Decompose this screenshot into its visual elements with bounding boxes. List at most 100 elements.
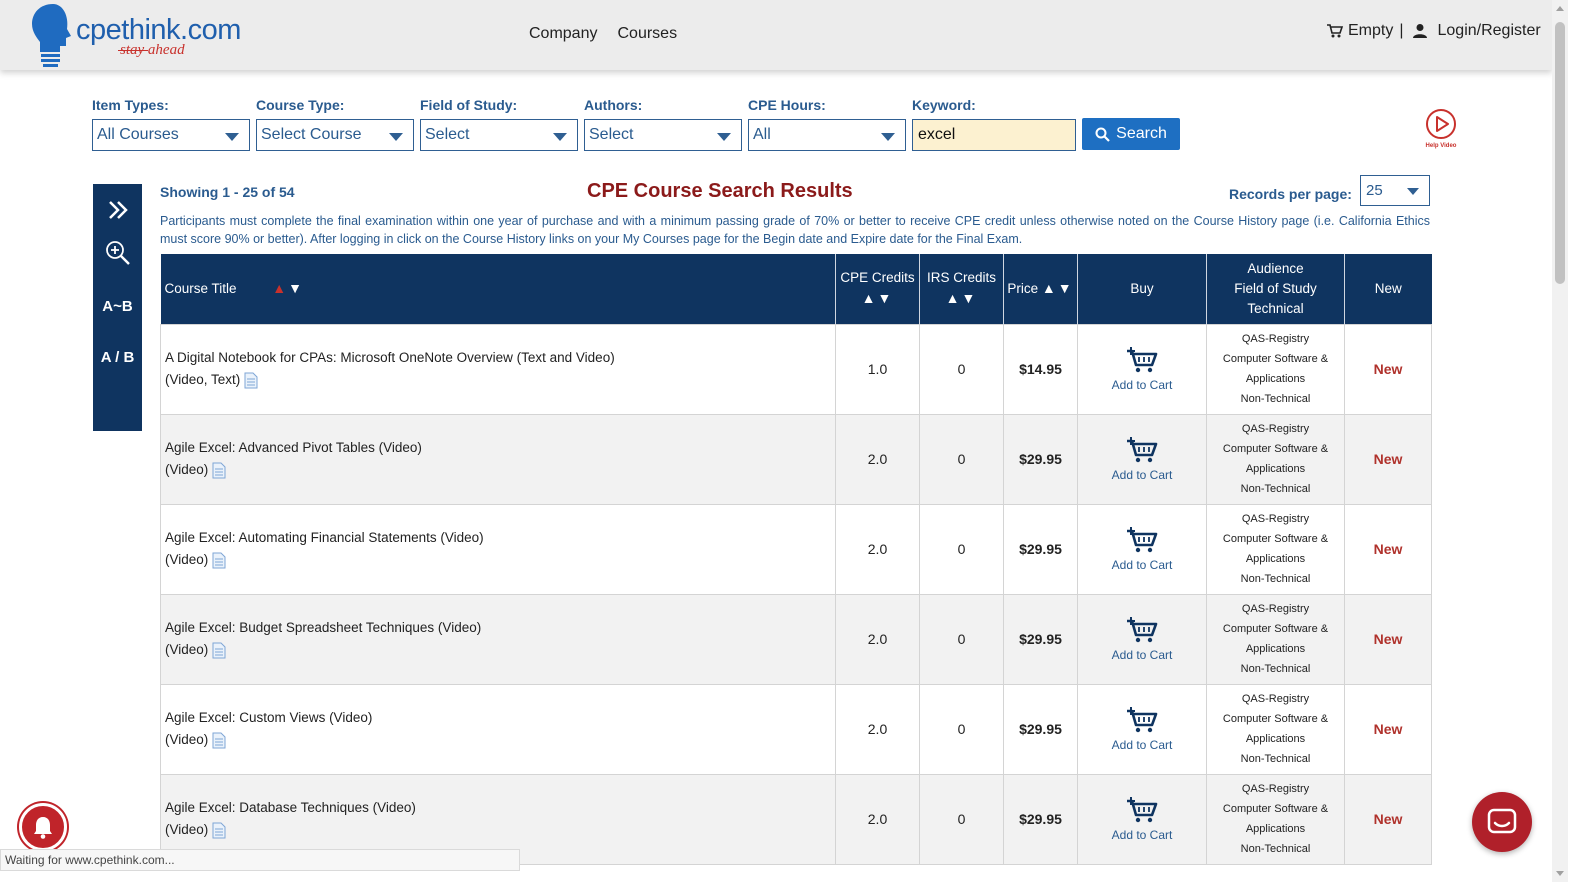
user-icon — [1412, 24, 1427, 38]
course-title-cell: Agile Excel: Custom Views (Video) (Video… — [160, 683, 836, 775]
irs-credits-cell: 0 — [919, 773, 1004, 865]
add-to-cart-icon — [1127, 527, 1158, 553]
add-to-cart-button[interactable]: Add to Cart — [1078, 436, 1206, 482]
document-icon[interactable] — [212, 822, 226, 839]
account-area: Empty | Login/Register — [1326, 22, 1541, 40]
expand-sidebar-button[interactable] — [93, 198, 142, 227]
keyword-input[interactable] — [912, 119, 1076, 151]
help-video-button[interactable]: Help Video — [1420, 108, 1462, 149]
zoom-button[interactable] — [93, 240, 142, 271]
course-type-select[interactable]: Select Course — [256, 119, 414, 151]
sort-irs-icons[interactable]: ▲▼ — [946, 290, 978, 306]
audience-registry: QAS-Registry — [1241, 513, 1310, 525]
cart-status[interactable]: Empty — [1348, 22, 1393, 40]
document-icon[interactable] — [244, 372, 258, 389]
field-of-study-select[interactable]: Select — [420, 119, 578, 151]
irs-credits-cell: 0 — [919, 503, 1004, 595]
course-title-link[interactable]: A Digital Notebook for CPAs: Microsoft O… — [165, 350, 615, 365]
course-title-link[interactable]: Agile Excel: Advanced Pivot Tables (Vide… — [165, 440, 422, 455]
column-price[interactable]: Price ▲▼ — [1003, 254, 1078, 324]
audience-cell: QAS-Registry Computer Software & Applica… — [1206, 503, 1345, 595]
add-to-cart-button[interactable]: Add to Cart — [1078, 526, 1206, 572]
add-to-cart-label: Add to Cart — [1111, 828, 1173, 842]
audience-header-1: Audience — [1247, 260, 1304, 276]
search-button[interactable]: Search — [1082, 118, 1180, 150]
search-button-label: Search — [1116, 125, 1167, 142]
audience-cell: QAS-Registry Computer Software & Applica… — [1206, 773, 1345, 865]
buy-cell: Add to Cart — [1077, 323, 1207, 415]
audience-field-1: Computer Software & — [1222, 713, 1329, 725]
course-title-header: Course Title — [164, 281, 237, 297]
login-register-link[interactable]: Login/Register — [1438, 22, 1541, 40]
audience-header-3: Technical — [1247, 300, 1304, 316]
irs-credits-cell: 0 — [919, 413, 1004, 505]
add-to-cart-button[interactable]: Add to Cart — [1078, 346, 1206, 392]
course-title-link[interactable]: Agile Excel: Database Techniques (Video) — [165, 800, 416, 815]
nav-courses[interactable]: Courses — [617, 25, 677, 43]
cpe-credits-cell: 1.0 — [835, 323, 920, 415]
add-to-cart-button[interactable]: Add to Cart — [1078, 796, 1206, 842]
sort-up-icon[interactable]: ▲ — [272, 280, 288, 296]
authors-select[interactable]: Select — [584, 119, 742, 151]
document-icon[interactable] — [212, 552, 226, 569]
cart-icon[interactable] — [1326, 23, 1344, 39]
records-per-page-value: 25 — [1366, 182, 1383, 199]
audience-registry: QAS-Registry — [1241, 783, 1310, 795]
filter-keyword: Keyword: — [912, 97, 1078, 151]
scrollbar-thumb[interactable] — [1555, 22, 1565, 284]
sort-price-icons[interactable]: ▲▼ — [1042, 280, 1074, 296]
column-course-title[interactable]: Course Title ▲▼ — [160, 254, 836, 324]
add-to-cart-label: Add to Cart — [1111, 378, 1173, 392]
cpe-hours-value: All — [753, 126, 771, 143]
page-scrollbar[interactable] — [1552, 0, 1568, 882]
document-icon[interactable] — [212, 462, 226, 479]
add-to-cart-button[interactable]: Add to Cart — [1078, 706, 1206, 752]
course-title-link[interactable]: Agile Excel: Custom Views (Video) — [165, 710, 372, 725]
chevron-down-icon — [717, 133, 731, 141]
table-row: A Digital Notebook for CPAs: Microsoft O… — [160, 323, 1432, 415]
price-header: Price — [1007, 281, 1039, 297]
sort-ab-button[interactable]: A / B — [93, 349, 142, 366]
records-per-page-select[interactable]: 25 — [1360, 175, 1430, 206]
course-type-value: Select Course — [261, 126, 362, 143]
zoom-in-icon — [105, 241, 130, 265]
page-title: CPE Course Search Results — [587, 180, 853, 202]
chevron-down-icon — [1407, 188, 1419, 195]
column-cpe-credits[interactable]: CPE Credits ▲▼ — [835, 254, 920, 324]
course-title-link[interactable]: Agile Excel: Budget Spreadsheet Techniqu… — [165, 620, 481, 635]
irs-credits-cell: 0 — [919, 323, 1004, 415]
item-types-select[interactable]: All Courses — [92, 119, 250, 151]
table-header-row: Course Title ▲▼ CPE Credits ▲▼ IRS Credi… — [160, 254, 1432, 324]
document-icon[interactable] — [212, 642, 226, 659]
scroll-down-arrow-icon[interactable] — [1556, 871, 1564, 876]
column-irs-credits[interactable]: IRS Credits ▲▼ — [919, 254, 1004, 324]
site-logo[interactable]: cpethink.com stay ahead — [28, 2, 241, 68]
audience-field-1: Computer Software & — [1222, 443, 1329, 455]
course-title-link[interactable]: Agile Excel: Automating Financial Statem… — [165, 530, 484, 545]
add-to-cart-button[interactable]: Add to Cart — [1078, 616, 1206, 662]
chat-widget-button[interactable] — [1472, 792, 1532, 852]
add-to-cart-label: Add to Cart — [1111, 738, 1173, 752]
buy-header: Buy — [1130, 280, 1154, 296]
cpe-hours-select[interactable]: All — [748, 119, 906, 151]
sort-title-icons[interactable]: ▲▼ — [272, 280, 304, 296]
audience-technical: Non-Technical — [1240, 393, 1311, 405]
authors-value: Select — [589, 126, 634, 143]
price-cell: $29.95 — [1003, 503, 1078, 595]
sort-alphabetical-button[interactable]: A~B — [93, 298, 142, 315]
document-icon[interactable] — [212, 732, 226, 749]
field-of-study-label: Field of Study: — [420, 97, 518, 113]
buy-cell: Add to Cart — [1077, 773, 1207, 865]
notification-bell-button[interactable] — [19, 803, 67, 851]
audience-technical: Non-Technical — [1240, 663, 1311, 675]
sort-down-icon[interactable]: ▼ — [288, 280, 304, 296]
records-per-page-label: Records per page: — [1229, 186, 1352, 202]
scroll-up-arrow-icon[interactable] — [1556, 6, 1564, 11]
nav-company[interactable]: Company — [529, 25, 597, 43]
price-cell: $29.95 — [1003, 773, 1078, 865]
audience-header-2: Field of Study — [1234, 280, 1317, 296]
buy-cell: Add to Cart — [1077, 413, 1207, 505]
cpe-credits-cell: 2.0 — [835, 503, 920, 595]
sort-cpe-icons[interactable]: ▲▼ — [862, 290, 894, 306]
audience-registry: QAS-Registry — [1241, 693, 1310, 705]
